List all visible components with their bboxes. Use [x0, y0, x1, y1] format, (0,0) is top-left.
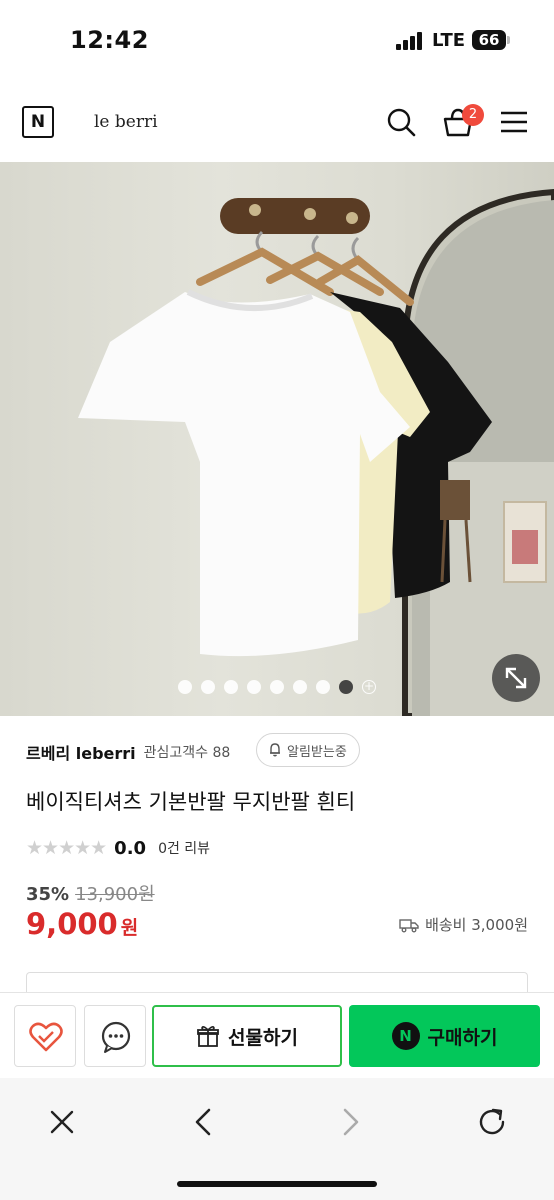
review-count[interactable]: 0건 리뷰 [158, 838, 210, 858]
wishlist-button[interactable] [14, 1005, 76, 1067]
gallery-dot[interactable] [316, 680, 330, 694]
discount-row: 35% 13,900원 [26, 880, 155, 906]
chat-icon [101, 1021, 131, 1053]
store-brand[interactable]: le berri [94, 112, 158, 132]
gallery-dot-active[interactable] [339, 680, 353, 694]
forward-icon[interactable] [330, 1102, 370, 1142]
signal-icon [396, 32, 424, 50]
shipping-fee: 배송비 3,000원 [425, 916, 528, 934]
original-price: 13,900원 [75, 884, 155, 905]
product-image[interactable]: + [0, 162, 554, 716]
sale-price: 9,000 원 [26, 907, 138, 941]
network-type: LTE [432, 30, 466, 51]
rating-row[interactable]: ★★★★★ 0.0 0건 리뷰 [26, 835, 210, 861]
gallery-dot[interactable] [270, 680, 284, 694]
battery-tip [507, 36, 510, 44]
seller-fans: 관심고객수 88 [143, 745, 231, 761]
refresh-icon[interactable] [472, 1102, 512, 1142]
sale-price-value: 9,000 [26, 907, 118, 941]
plus-circle-icon[interactable]: + [362, 680, 376, 694]
heart-icon [29, 1022, 63, 1052]
rating-stars: ★★★★★ [26, 837, 107, 859]
seller-name[interactable]: 르베리 leberri [26, 740, 136, 764]
seller-row: 르베리 leberri 관심고객수 88 [26, 737, 230, 767]
gallery-dot[interactable] [247, 680, 261, 694]
gift-button[interactable]: 선물하기 [152, 1005, 342, 1067]
gift-label: 선물하기 [228, 1026, 298, 1049]
menu-icon[interactable] [496, 104, 532, 140]
alarm-label: 알림받는중 [287, 744, 347, 760]
talk-button[interactable] [84, 1005, 146, 1067]
back-icon[interactable] [184, 1102, 224, 1142]
battery-icon: 66 [472, 30, 506, 50]
search-icon[interactable] [383, 104, 419, 140]
rating-score: 0.0 [114, 837, 147, 859]
expand-icon[interactable] [492, 654, 540, 702]
bell-icon [270, 743, 280, 757]
status-time: 12:42 [70, 26, 149, 54]
close-icon[interactable] [42, 1102, 82, 1142]
status-bar: 12:42 LTE 66 [0, 0, 554, 84]
gallery-dot[interactable] [201, 680, 215, 694]
gallery-dot[interactable] [178, 680, 192, 694]
gallery-dot[interactable] [293, 680, 307, 694]
home-indicator [177, 1181, 377, 1187]
gallery-dot[interactable] [224, 680, 238, 694]
purchase-bar: 선물하기 N 구매하기 [0, 992, 554, 1078]
npay-icon: N [391, 1022, 420, 1050]
buy-button[interactable]: N 구매하기 [349, 1005, 540, 1067]
truck-icon [399, 918, 419, 932]
shipping-info: 배송비 3,000원 [399, 914, 528, 935]
product-title: 베이직티셔츠 기본반팔 무지반팔 흰티 [26, 790, 356, 814]
cart-badge: 2 [462, 104, 484, 126]
sale-price-unit: 원 [120, 917, 139, 939]
naver-logo[interactable]: N [22, 106, 54, 138]
alarm-button[interactable]: 알림받는중 [256, 733, 360, 767]
gallery-dots[interactable]: + [178, 680, 376, 694]
gift-icon [197, 1026, 219, 1047]
buy-label: 구매하기 [427, 1026, 498, 1049]
product-photo [78, 188, 554, 716]
discount-rate: 35% [26, 884, 70, 905]
